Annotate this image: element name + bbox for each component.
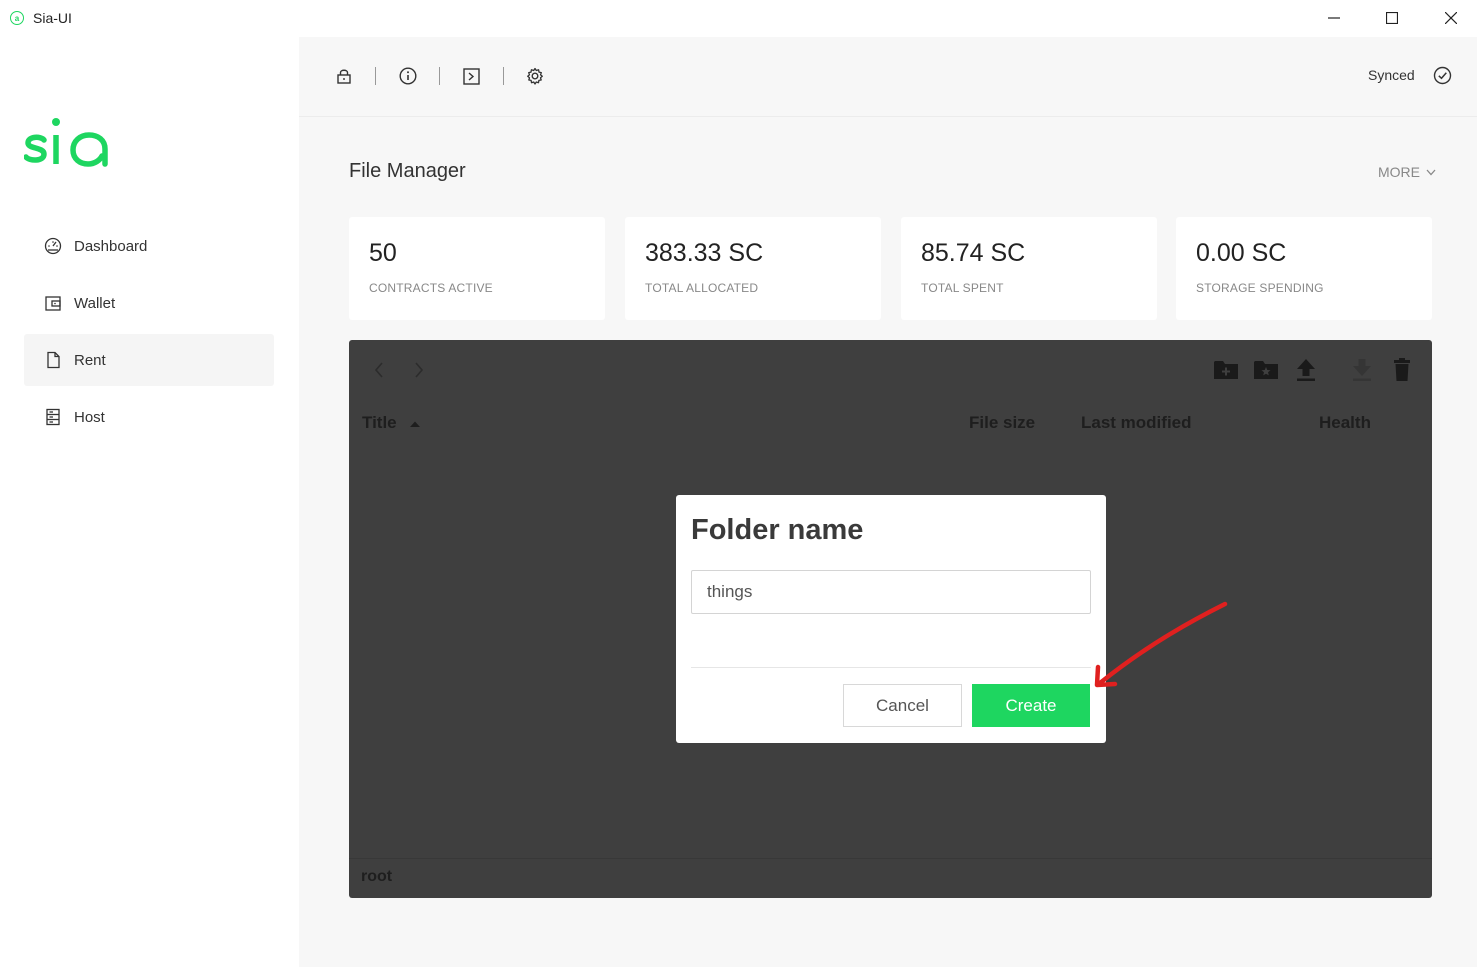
stat-label: STORAGE SPENDING: [1196, 281, 1324, 295]
download-icon[interactable]: [1349, 357, 1375, 383]
dialog-divider: [691, 667, 1091, 668]
close-button[interactable]: [1428, 5, 1474, 31]
stat-card-spent: 85.74 SC TOTAL SPENT: [901, 217, 1157, 320]
file-icon: [43, 350, 63, 370]
sidebar-item-label: Host: [74, 408, 105, 426]
sidebar-item-label: Rent: [74, 351, 106, 369]
sort-asc-icon: [410, 421, 421, 427]
sidebar-item-rent[interactable]: Rent: [24, 334, 274, 386]
current-path[interactable]: root: [361, 868, 392, 886]
lock-icon[interactable]: [334, 66, 354, 86]
check-circle-icon: [1433, 66, 1453, 86]
add-folder-icon[interactable]: [1253, 357, 1279, 383]
column-title[interactable]: Title: [362, 413, 421, 433]
stat-card-allocated: 383.33 SC TOTAL ALLOCATED: [625, 217, 881, 320]
path-bar: root: [349, 858, 1432, 898]
sia-logo-icon: [23, 118, 108, 167]
new-folder-icon[interactable]: [1213, 357, 1239, 383]
stat-value: 383.33 SC: [645, 239, 764, 267]
maximize-button[interactable]: [1369, 5, 1415, 31]
sidebar-item-label: Wallet: [74, 294, 116, 312]
folder-name-input[interactable]: [691, 570, 1091, 614]
terminal-icon[interactable]: [461, 66, 481, 86]
column-file-size[interactable]: File size: [969, 413, 1035, 433]
stat-value: 0.00 SC: [1196, 239, 1287, 267]
more-button[interactable]: MORE: [1378, 164, 1436, 180]
folder-name-dialog: Folder name Cancel Create: [676, 495, 1106, 743]
sia-app-icon: a: [10, 11, 24, 25]
column-last-modified[interactable]: Last modified: [1081, 413, 1192, 433]
toolbar-divider: [503, 67, 504, 85]
maximize-icon: [1386, 12, 1398, 24]
info-icon[interactable]: [398, 66, 418, 86]
stat-value: 85.74 SC: [921, 239, 1026, 267]
more-button-label: MORE: [1378, 164, 1420, 180]
stat-card-storage: 0.00 SC STORAGE SPENDING: [1176, 217, 1432, 320]
close-icon: [1445, 12, 1457, 24]
wallet-icon: [43, 293, 63, 313]
title-bar: a Sia-UI: [0, 0, 1477, 37]
server-icon: [43, 407, 63, 427]
annotation-arrow-icon: [1085, 595, 1235, 700]
sidebar-item-dashboard[interactable]: Dashboard: [24, 220, 274, 272]
stat-label: TOTAL SPENT: [921, 281, 1004, 295]
stat-value: 50: [369, 239, 397, 267]
sidebar-item-label: Dashboard: [74, 237, 148, 255]
sync-status: Synced: [1368, 67, 1415, 83]
create-button[interactable]: Create: [972, 684, 1090, 727]
column-title-label: Title: [362, 413, 397, 432]
trash-icon[interactable]: [1389, 357, 1415, 383]
minimize-button[interactable]: [1311, 5, 1357, 31]
minimize-icon: [1328, 17, 1340, 19]
stat-label: CONTRACTS ACTIVE: [369, 281, 493, 295]
toolbar-divider: [375, 67, 376, 85]
sidebar-item-wallet[interactable]: Wallet: [24, 277, 274, 329]
sidebar-item-host[interactable]: Host: [24, 391, 274, 443]
window-title: Sia-UI: [33, 10, 72, 26]
back-arrow-icon[interactable]: [369, 360, 389, 380]
cancel-button[interactable]: Cancel: [843, 684, 962, 727]
page-title: File Manager: [349, 160, 466, 182]
sia-logo: [23, 116, 110, 173]
column-health[interactable]: Health: [1319, 413, 1371, 433]
stat-card-contracts: 50 CONTRACTS ACTIVE: [349, 217, 605, 320]
gear-icon[interactable]: [525, 66, 545, 86]
sidebar: Dashboard Wallet Rent Host: [0, 37, 299, 967]
stat-label: TOTAL ALLOCATED: [645, 281, 759, 295]
dialog-title: Folder name: [691, 514, 864, 546]
chevron-down-icon: [1426, 169, 1436, 175]
top-toolbar: Synced: [299, 37, 1477, 117]
upload-icon[interactable]: [1293, 357, 1319, 383]
dashboard-icon: [43, 236, 63, 256]
toolbar-divider: [439, 67, 440, 85]
forward-arrow-icon[interactable]: [409, 360, 429, 380]
